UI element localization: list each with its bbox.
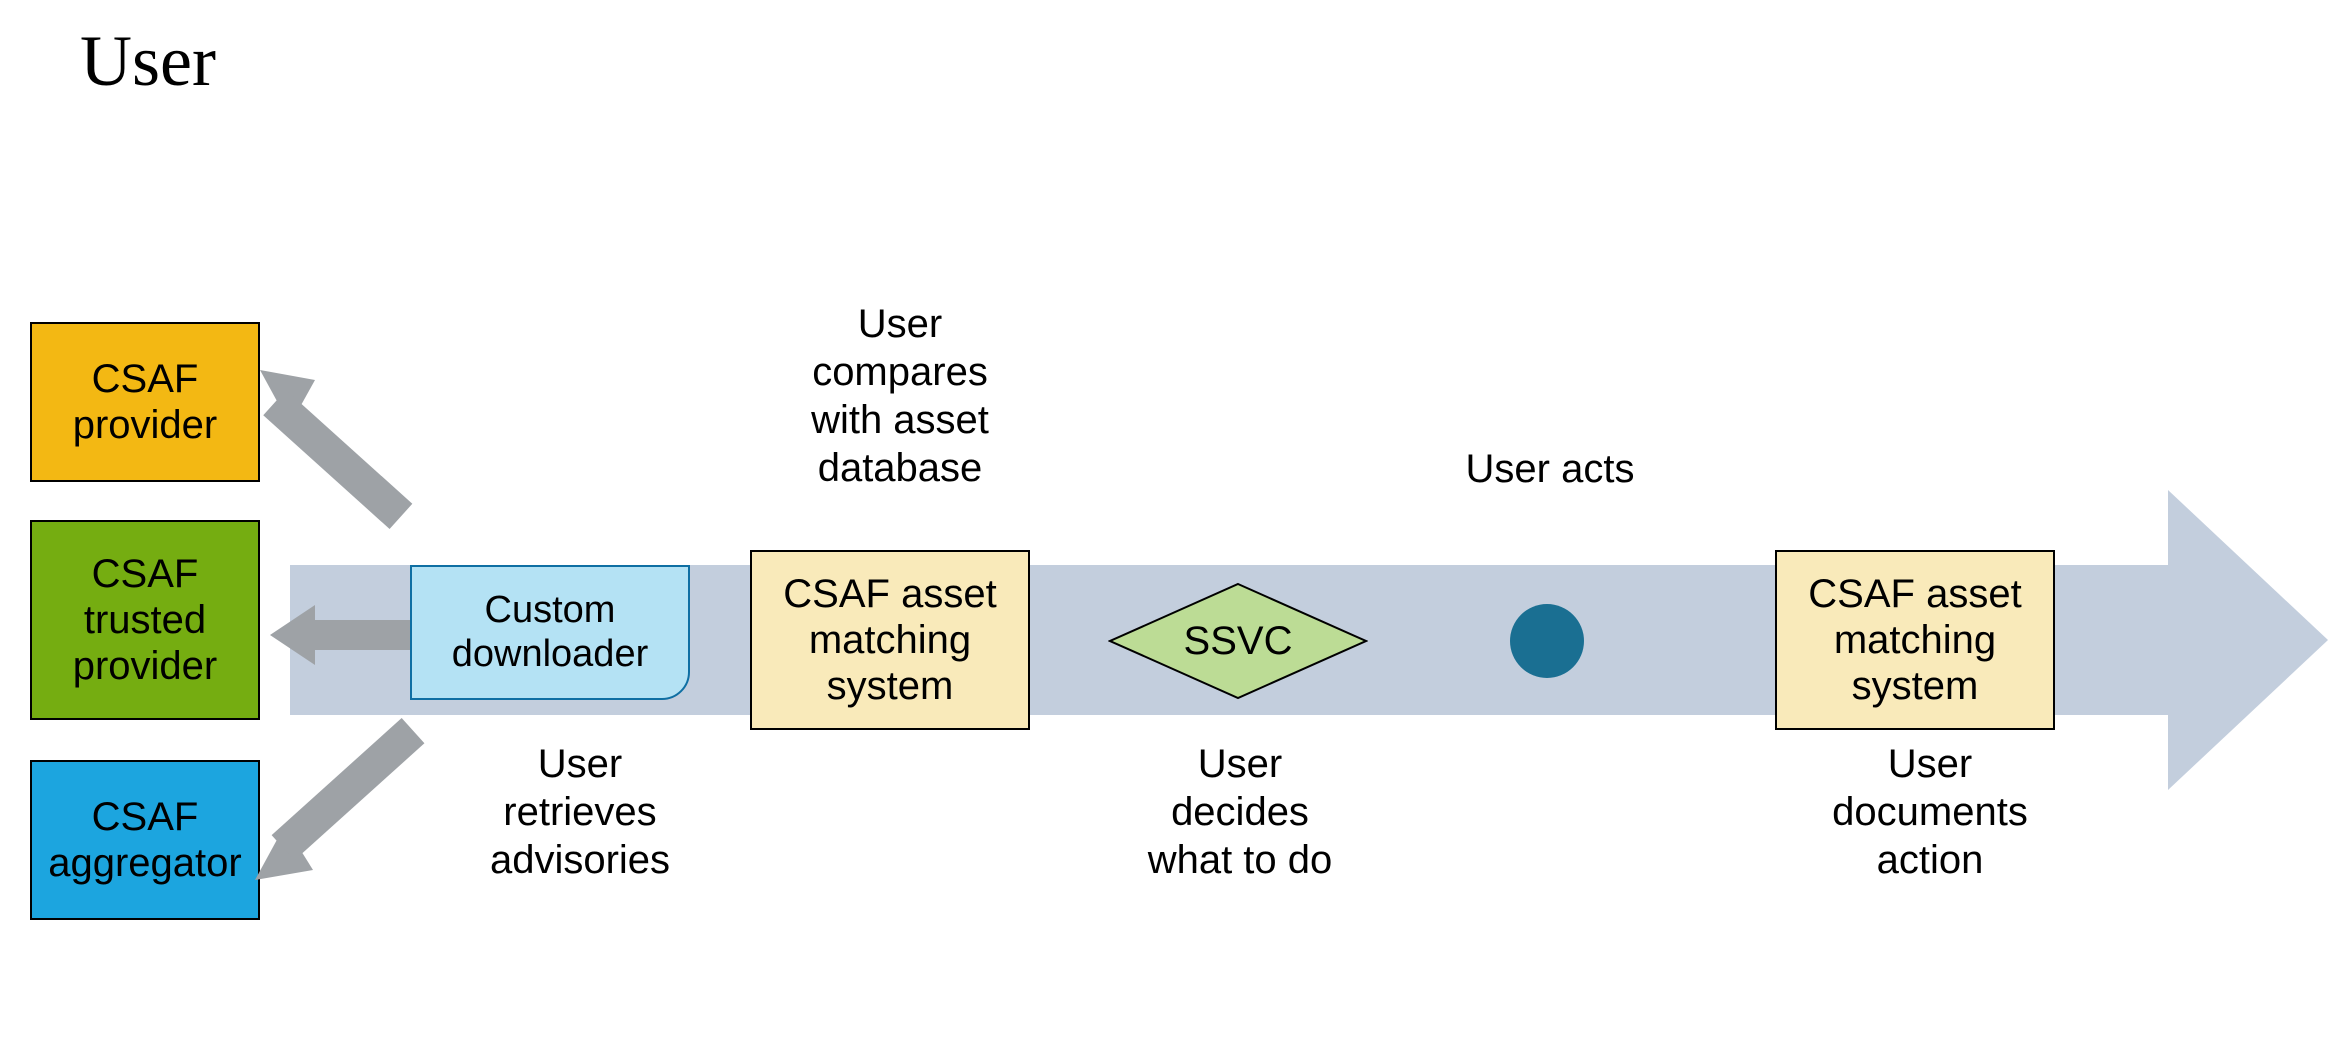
box-custom-downloader: Custom downloader [410,565,690,700]
box-csaf-provider-label: CSAF provider [73,356,218,448]
diagram-title: User [80,20,216,103]
label-decide: User decides what to do [1090,740,1390,884]
diamond-ssvc: SSVC [1108,582,1368,700]
diagram-stage: User CSAF provider CSAF trusted provider… [0,0,2334,1064]
arrow-to-aggregator-icon [255,700,445,890]
arrow-to-provider-icon [260,370,450,540]
box-asset-matching-2: CSAF asset matching system [1775,550,2055,730]
box-csaf-trusted-provider-label: CSAF trusted provider [73,551,218,689]
dot-user-acts-icon [1510,604,1584,678]
label-documents: User documents action [1780,740,2080,884]
box-csaf-provider: CSAF provider [30,322,260,482]
box-asset-matching-1: CSAF asset matching system [750,550,1030,730]
label-acts: User acts [1420,445,1680,493]
box-asset-matching-2-label: CSAF asset matching system [1808,571,2021,709]
label-retrieve: User retrieves advisories [440,740,720,884]
flow-arrow-head-icon [2168,490,2328,790]
box-csaf-aggregator-label: CSAF aggregator [48,794,241,886]
arrow-to-trusted-provider-icon [270,600,410,670]
box-csaf-aggregator: CSAF aggregator [30,760,260,920]
box-asset-matching-1-label: CSAF asset matching system [783,571,996,709]
box-custom-downloader-label: Custom downloader [452,589,648,676]
label-compare: User compares with asset database [750,300,1050,492]
box-csaf-trusted-provider: CSAF trusted provider [30,520,260,720]
diamond-ssvc-label: SSVC [1108,582,1368,700]
